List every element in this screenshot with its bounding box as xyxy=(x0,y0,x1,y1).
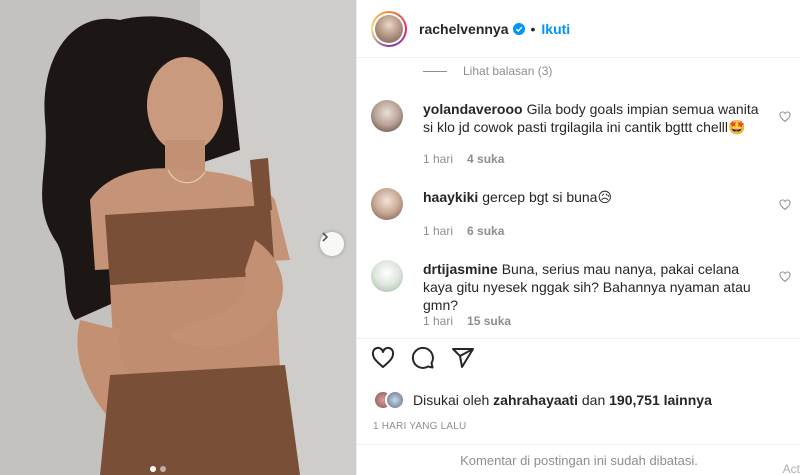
likes-summary: Disukai oleh zahrahayaati dan 190,751 la… xyxy=(373,390,712,410)
replies-divider xyxy=(423,70,447,72)
comment-body: haaykiki gercep bgt si buna😥 xyxy=(423,188,759,206)
comment-username[interactable]: drtijasmine xyxy=(423,261,498,277)
comment-likes[interactable]: 15 suka xyxy=(467,314,511,328)
share-icon[interactable] xyxy=(451,346,475,375)
heart-icon[interactable] xyxy=(779,110,791,128)
likes-conjunction: dan xyxy=(581,392,606,408)
comment-username[interactable]: yolandaverooo xyxy=(423,101,523,117)
photo-illustration xyxy=(0,0,356,475)
comment-avatar[interactable] xyxy=(371,188,403,220)
comment-avatar[interactable] xyxy=(371,100,403,132)
comment-body: yolandaverooo Gila body goals impian semu… xyxy=(423,100,759,136)
post-header: rachelvennya • Ikuti xyxy=(357,0,800,58)
carousel-indicator xyxy=(150,466,166,472)
view-replies-button[interactable]: Lihat balasan (3) xyxy=(423,64,552,78)
carousel-dot-active xyxy=(150,466,156,472)
os-watermark: Act xyxy=(782,462,800,475)
heart-icon[interactable] xyxy=(371,346,395,375)
profile-avatar[interactable] xyxy=(371,10,407,47)
comment-likes[interactable]: 6 suka xyxy=(467,224,504,238)
liker-username[interactable]: zahrahayaati xyxy=(493,392,578,408)
comment-username[interactable]: haaykiki xyxy=(423,189,478,205)
liker-avatars xyxy=(373,390,405,410)
comment-text: gercep bgt si buna😥 xyxy=(482,189,613,205)
post-photo[interactable] xyxy=(0,0,356,475)
comment-body: drtijasmine Buna, serius mau nanya, pakai… xyxy=(423,260,759,314)
post-timestamp[interactable]: 1 HARI YANG LALU xyxy=(373,421,466,432)
verified-badge-icon xyxy=(512,22,525,35)
post-actions-bar xyxy=(357,338,800,382)
heart-icon[interactable] xyxy=(779,198,791,216)
comments-restricted-notice: Komentar di postingan ini sudah dibatasi… xyxy=(357,444,800,475)
comment-meta: 1 hari 15 suka xyxy=(423,314,511,328)
likes-prefix: Disukai oleh xyxy=(413,392,490,408)
comment-meta: 1 hari 4 suka xyxy=(423,152,504,166)
comment-meta: 1 hari 6 suka xyxy=(423,224,504,238)
likes-count[interactable]: 190,751 lainnya xyxy=(609,392,712,408)
header-separator: • xyxy=(530,20,536,37)
carousel-dot xyxy=(160,466,166,472)
view-replies-label: Lihat balasan (3) xyxy=(463,64,553,78)
comment-icon[interactable] xyxy=(411,346,435,375)
chevron-right-icon xyxy=(322,232,329,242)
post-sidebar: rachelvennya • Ikuti Lihat balasan (3) y… xyxy=(356,0,800,475)
liker-avatar[interactable] xyxy=(385,390,405,410)
profile-username[interactable]: rachelvennya xyxy=(419,21,509,37)
follow-button[interactable]: Ikuti xyxy=(541,21,570,37)
comment-time: 1 hari xyxy=(423,314,454,328)
comment-time: 1 hari xyxy=(423,152,454,166)
next-slide-button[interactable] xyxy=(320,232,344,256)
comments-list[interactable]: Lihat balasan (3) yolandaverooo Gila body… xyxy=(357,58,800,338)
comment-time: 1 hari xyxy=(423,224,454,238)
heart-icon[interactable] xyxy=(779,270,791,288)
comment-likes[interactable]: 4 suka xyxy=(467,152,504,166)
comment-avatar[interactable] xyxy=(371,260,403,292)
